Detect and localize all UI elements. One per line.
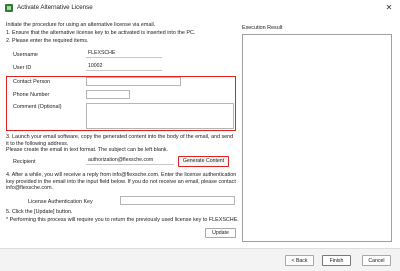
recipient-field: authorization@flexsche.com: [86, 156, 174, 165]
auth-key-label: License Authentication Key: [28, 199, 93, 205]
step1-text: 1. Ensure that the alternative license k…: [6, 30, 196, 36]
recipient-label: Recipient: [13, 159, 36, 165]
back-button[interactable]: < Back: [285, 255, 314, 266]
step3-format-note: Please create the email in text format. …: [6, 147, 169, 153]
return-key-note: * Performing this process will require y…: [6, 217, 239, 223]
execution-result-box: [242, 34, 392, 242]
userid-label: User ID: [13, 65, 32, 71]
generate-content-button[interactable]: Generate Content: [178, 156, 229, 167]
update-button[interactable]: Update: [205, 228, 236, 238]
username-field: FLEXSCHE: [86, 49, 162, 58]
auth-key-input[interactable]: [120, 196, 235, 205]
procedure-pane: Initiate the procedure for using an alte…: [0, 0, 240, 270]
step2-text: 2. Please enter the required items.: [6, 38, 89, 44]
activate-license-dialog: Activate Alternative License ✕ Initiate …: [0, 0, 400, 271]
step5-text: 5. Click the [Update] button.: [6, 209, 73, 215]
finish-button[interactable]: Finish: [322, 255, 351, 266]
comment-label: Comment (Optional): [13, 104, 62, 110]
contact-person-input[interactable]: [86, 77, 181, 86]
username-label: Username: [13, 52, 38, 58]
phone-number-input[interactable]: [86, 90, 130, 99]
intro-text: Initiate the procedure for using an alte…: [6, 22, 156, 28]
contact-person-label: Contact Person: [13, 79, 51, 85]
dialog-footer: < Back Finish Cancel: [0, 248, 400, 271]
close-icon[interactable]: ✕: [384, 3, 394, 13]
execution-result-label: Execution Result: [242, 25, 283, 31]
phone-number-label: Phone Number: [13, 92, 50, 98]
cancel-button[interactable]: Cancel: [362, 255, 391, 266]
userid-field: 10002: [86, 62, 162, 71]
step3-text: 3. Launch your email software, copy the …: [6, 134, 234, 147]
comment-input[interactable]: [86, 103, 234, 129]
step4-text: 4. After a while, you will receive a rep…: [6, 172, 237, 192]
